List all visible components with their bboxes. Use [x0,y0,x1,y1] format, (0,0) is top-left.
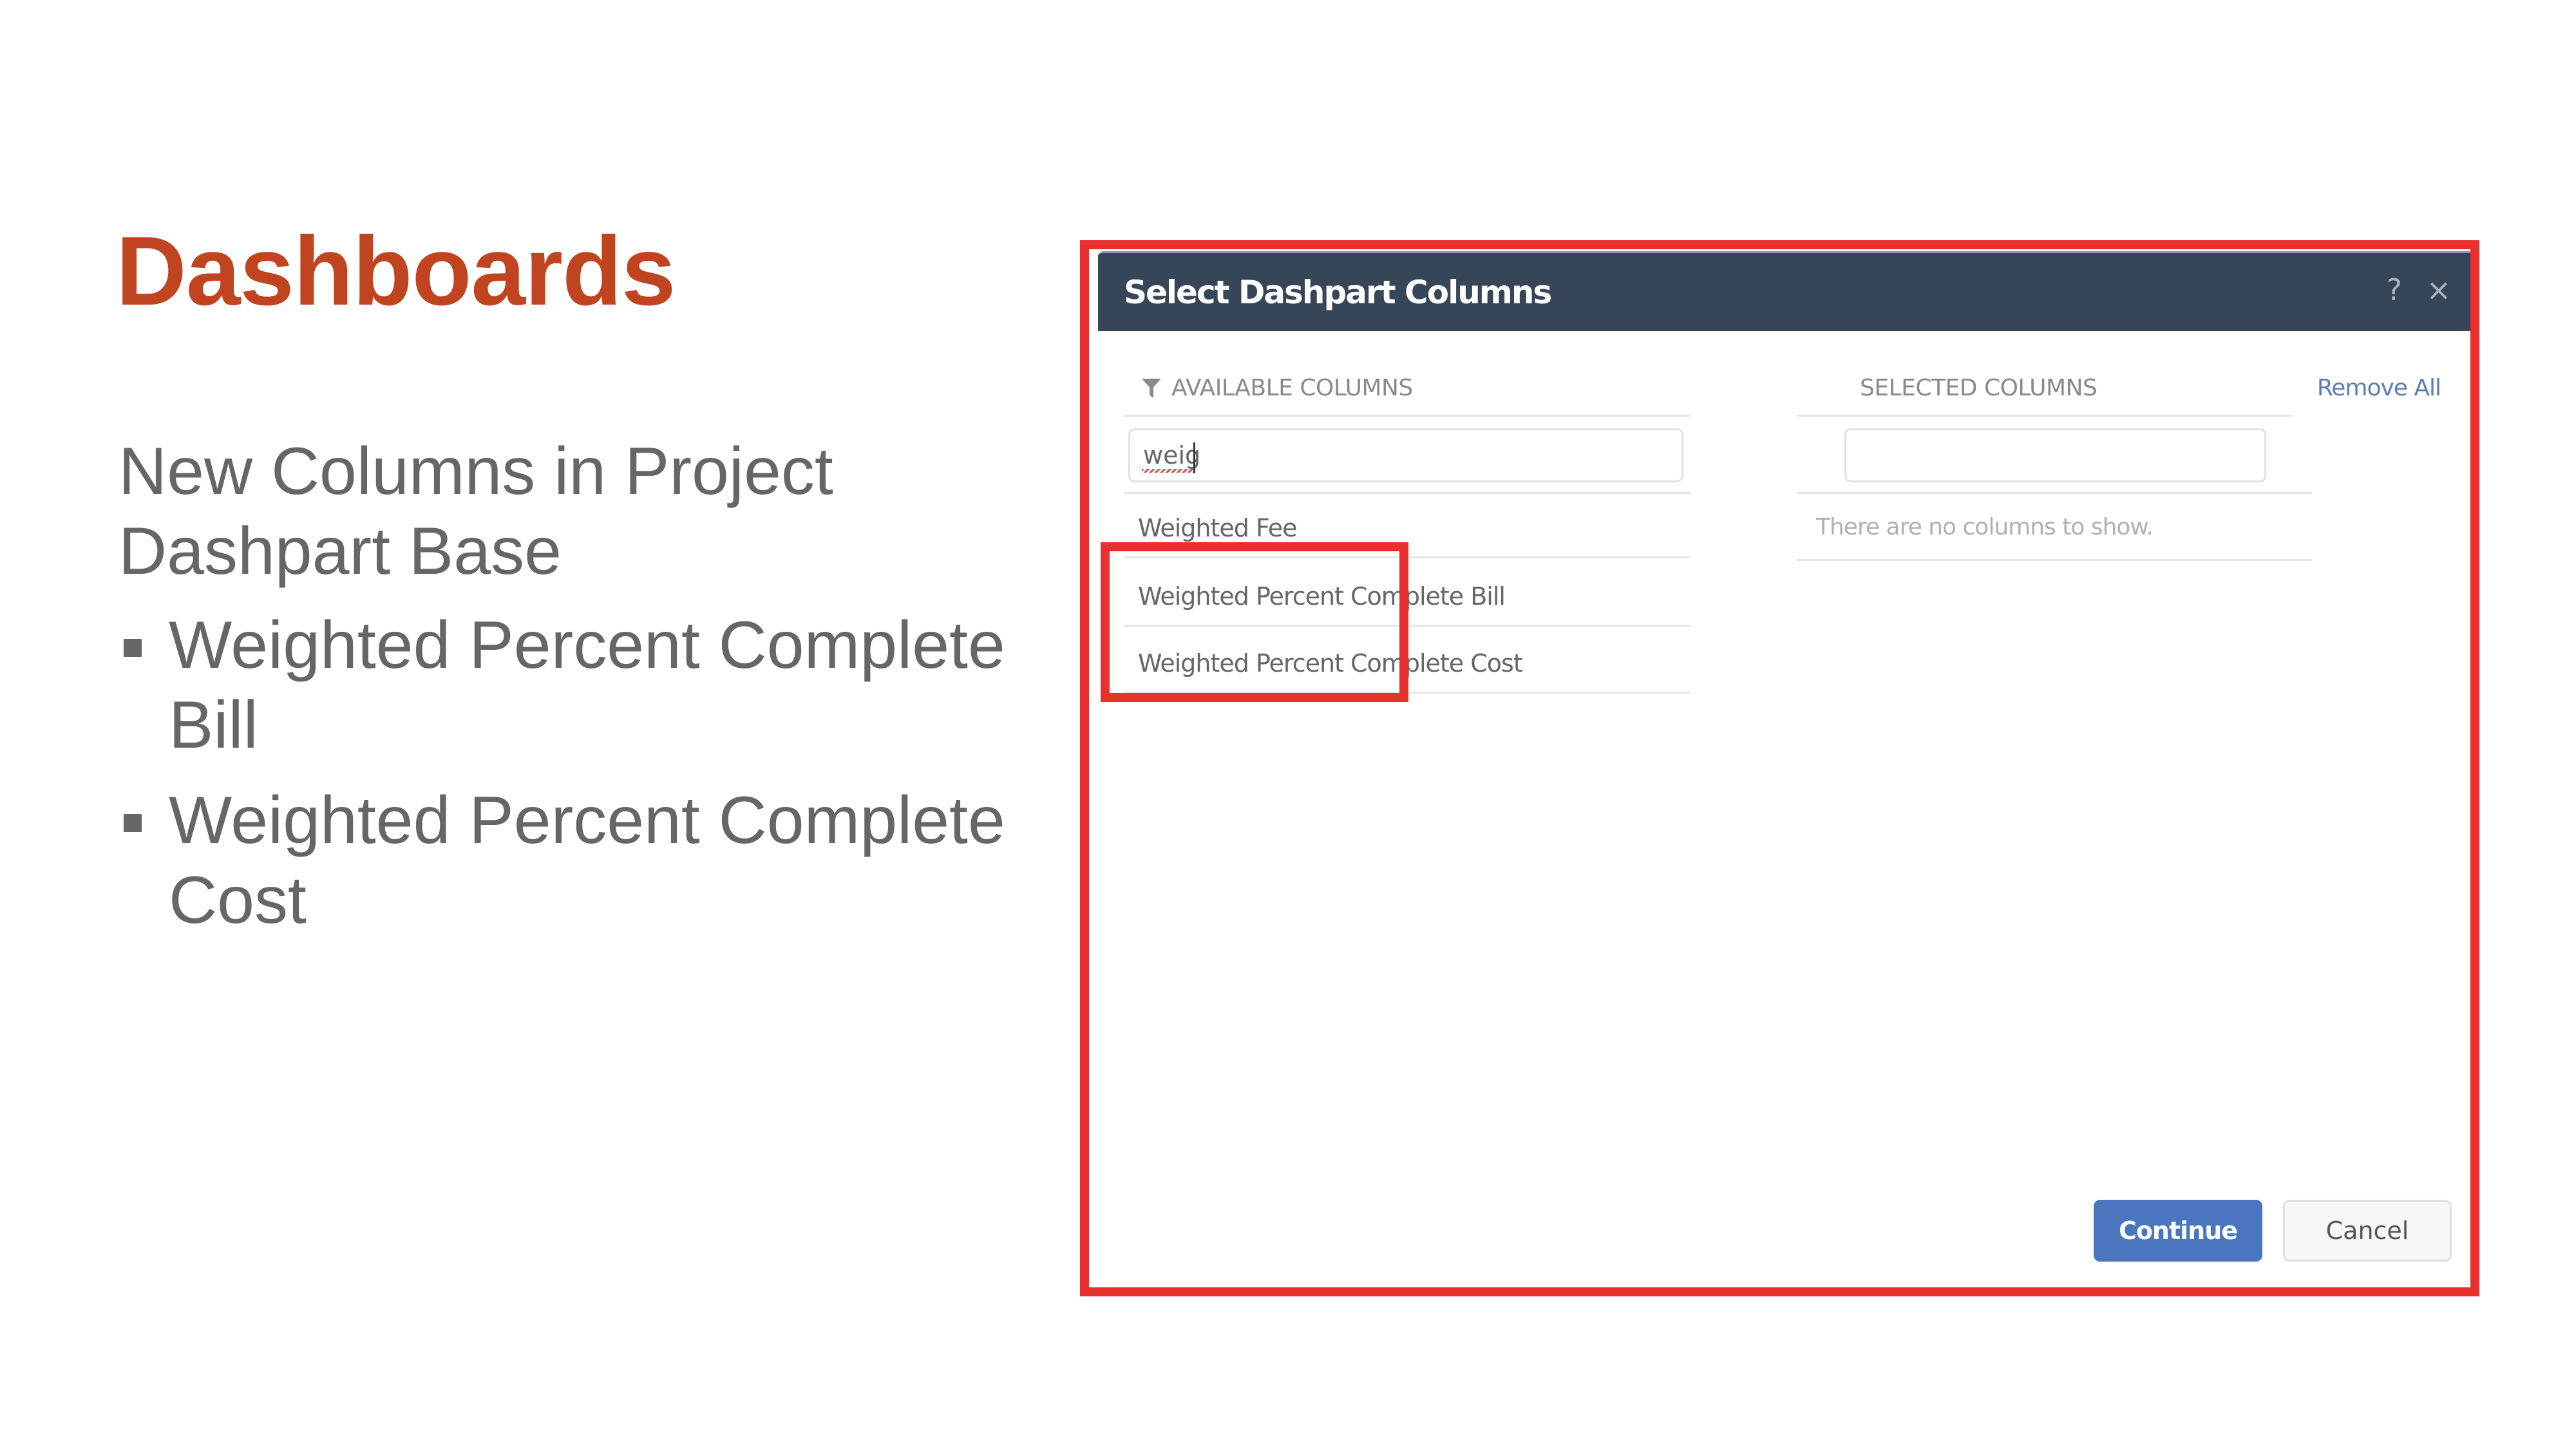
slide-subtitle: New Columns in Project Dashpart Base [118,434,833,589]
new-columns-highlight-box [1101,542,1408,702]
bullet-text: Weighted Percent Complete Cost [169,783,1005,938]
slide-title: Dashboards [116,216,676,326]
square-bullet-icon [124,814,142,832]
bullet-list: Weighted Percent Complete Bill Weighted … [118,605,1084,956]
dialog-highlight-box [1080,240,2479,1296]
bullet-item: Weighted Percent Complete Cost [118,781,1084,940]
bullet-text: Weighted Percent Complete Bill [169,608,1005,762]
square-bullet-icon [124,639,142,657]
bullet-item: Weighted Percent Complete Bill [118,605,1084,765]
